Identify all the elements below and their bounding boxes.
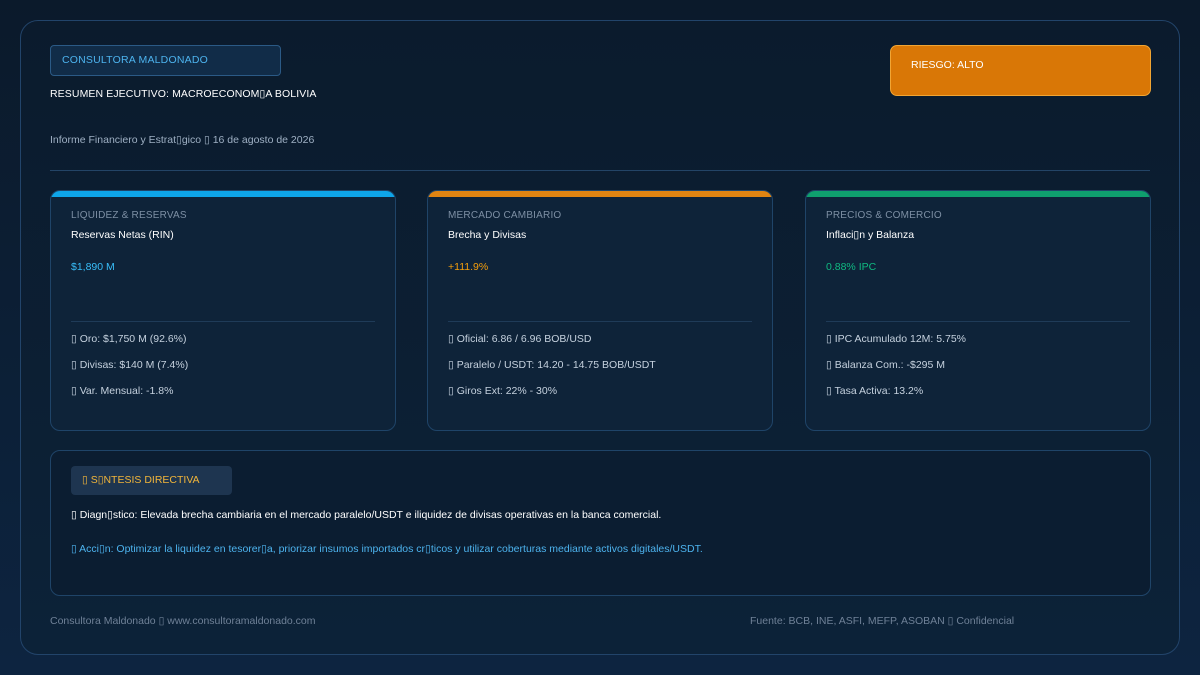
card-detail: ▯ Balanza Com.: -$295 M: [826, 359, 945, 371]
card-value: +111.9%: [448, 261, 489, 273]
card-detail: ▯ Paralelo / USDT: 14.20 - 14.75 BOB/USD…: [448, 359, 656, 371]
card-value: 0.88% IPC: [826, 261, 877, 273]
card-title: Brecha y Divisas: [448, 229, 527, 241]
card-detail: ▯ Oro: $1,750 M (92.6%): [71, 333, 187, 345]
card-value: $1,890 M: [71, 261, 115, 273]
card-prices: PRECIOS & COMERCIO Inflaci▯n y Balanza 0…: [805, 190, 1151, 431]
card-detail: ▯ Giros Ext: 22% - 30%: [448, 385, 558, 397]
report-subtitle: Informe Financiero y Estrat▯gico ▯ 16 de…: [50, 134, 315, 146]
card-detail: ▯ Oficial: 6.86 / 6.96 BOB/USD: [448, 333, 592, 345]
diagnosis-text: ▯ Diagn▯stico: Elevada brecha cambiaria …: [71, 509, 662, 521]
card-liquidity: LIQUIDEZ & RESERVAS Reservas Netas (RIN)…: [50, 190, 396, 431]
card-accent-bar: [51, 191, 395, 197]
card-divider: [71, 321, 375, 322]
card-detail: ▯ Var. Mensual: -1.8%: [71, 385, 174, 397]
card-category: MERCADO CAMBIARIO: [448, 210, 562, 221]
card-divider: [448, 321, 752, 322]
brand-badge: CONSULTORA MALDONADO: [50, 45, 281, 76]
card-accent-bar: [806, 191, 1150, 197]
card-accent-bar: [428, 191, 772, 197]
card-detail: ▯ Divisas: $140 M (7.4%): [71, 359, 189, 371]
card-category: PRECIOS & COMERCIO: [826, 210, 942, 221]
action-text: ▯ Acci▯n: Optimizar la liquidez en tesor…: [71, 543, 703, 555]
synthesis-label: ▯ S▯NTESIS DIRECTIVA: [71, 466, 232, 495]
footer-brand: Consultora Maldonado ▯ www.consultoramal…: [50, 615, 316, 627]
card-detail: ▯ IPC Acumulado 12M: 5.75%: [826, 333, 967, 345]
footer-source: Fuente: BCB, INE, ASFI, MEFP, ASOBAN ▯ C…: [750, 615, 1015, 627]
card-detail: ▯ Tasa Activa: 13.2%: [826, 385, 924, 397]
card-category: LIQUIDEZ & RESERVAS: [71, 210, 187, 221]
card-title: Inflaci▯n y Balanza: [826, 229, 915, 241]
card-title: Reservas Netas (RIN): [71, 229, 174, 241]
synthesis-panel: ▯ S▯NTESIS DIRECTIVA ▯ Diagn▯stico: Elev…: [50, 450, 1151, 596]
header-divider: [50, 170, 1150, 171]
page-title: RESUMEN EJECUTIVO: MACROECONOM▯A BOLIVIA: [50, 88, 317, 100]
card-fx-market: MERCADO CAMBIARIO Brecha y Divisas +111.…: [427, 190, 773, 431]
card-divider: [826, 321, 1130, 322]
risk-badge: RIESGO: ALTO: [890, 45, 1151, 96]
